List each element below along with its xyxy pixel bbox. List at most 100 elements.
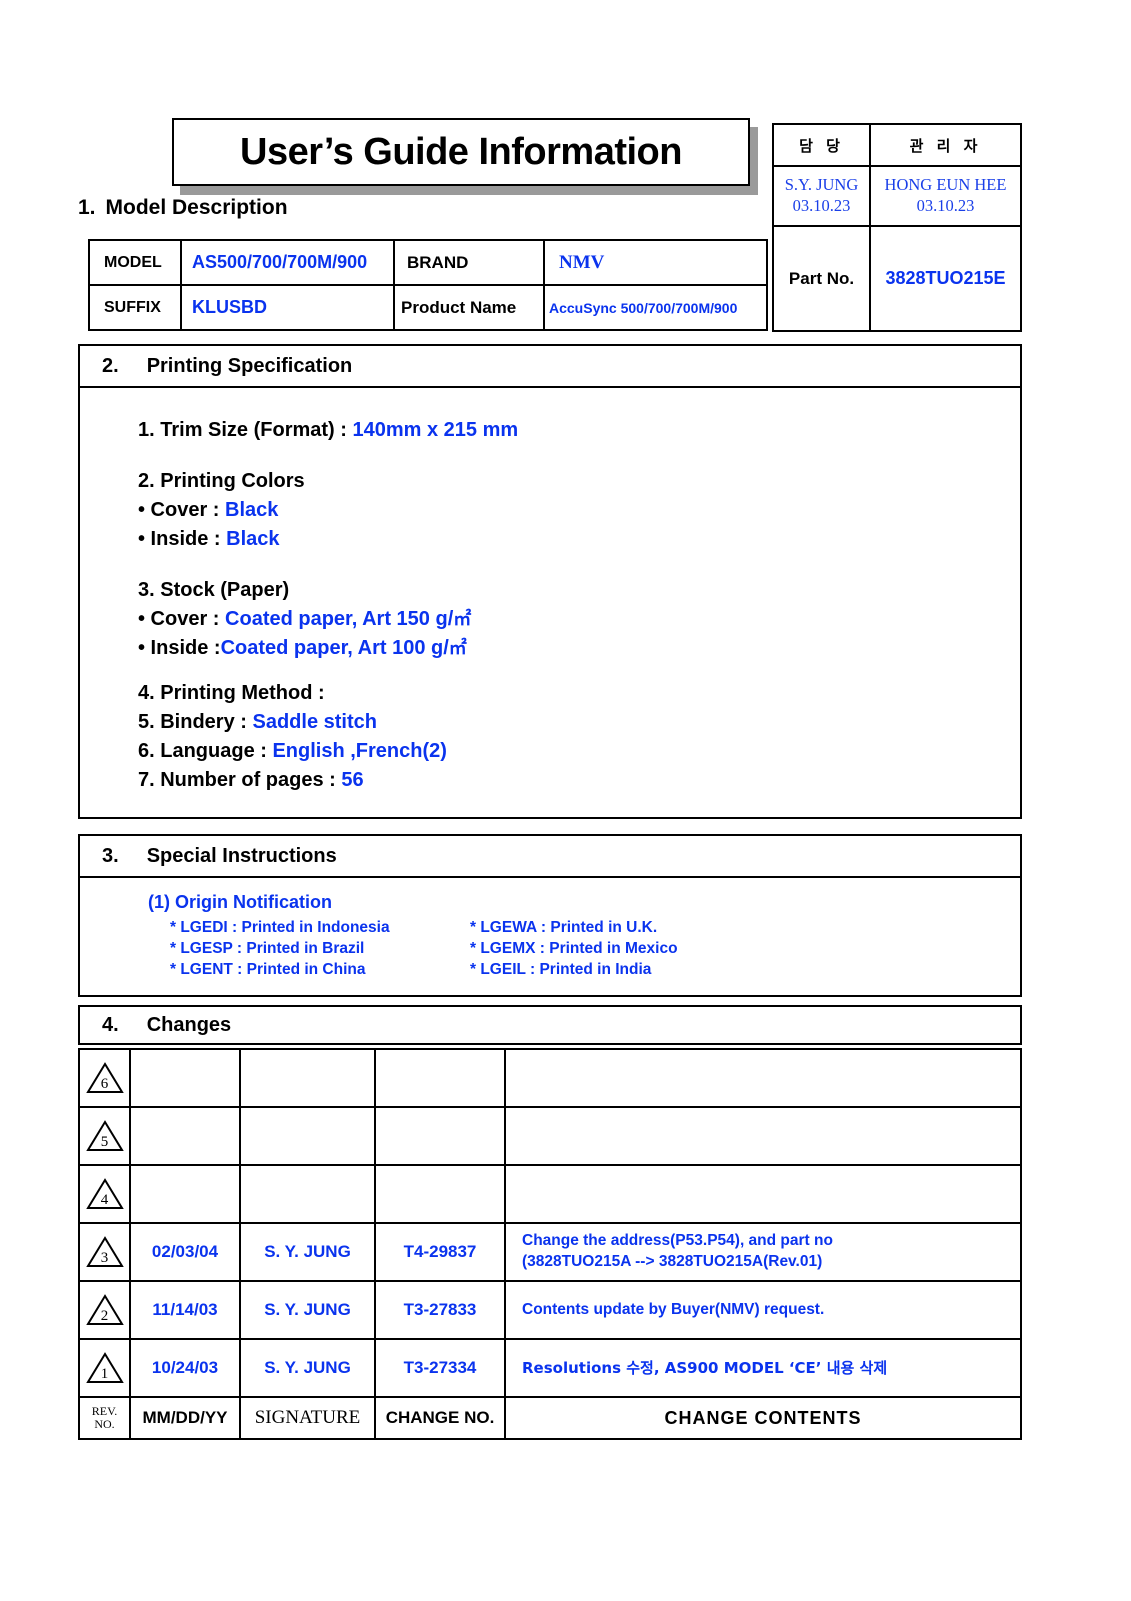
table-row: 3 02/03/04 S. Y. JUNG T4-29837 Change th…	[80, 1224, 1020, 1282]
pages-label: 7. Number of pages :	[138, 769, 336, 791]
change-signature	[241, 1050, 376, 1106]
change-number: T3-27833	[376, 1282, 506, 1338]
cover-stock-value: Coated paper, Art 150 g/	[225, 608, 454, 630]
change-date	[131, 1166, 241, 1222]
change-contents	[506, 1166, 1020, 1222]
revision-marker: 2	[80, 1282, 131, 1338]
change-contents: Change the address(P53.P54), and part no…	[506, 1224, 1020, 1280]
cover-stock-unit: ㎡	[453, 609, 472, 630]
section-1-title: Model Description	[105, 196, 288, 219]
approval-date-2: 03.10.23	[916, 196, 975, 215]
origin-notification-list: * LGEDI : Printed in Indonesia * LGEWA :…	[148, 919, 1020, 979]
section-1-heading: 1. Model Description	[78, 196, 288, 220]
section-2-title: Printing Specification	[146, 354, 353, 377]
product-name-label: Product Name	[395, 286, 545, 329]
product-name-value: AccuSync 500/700/700M/900	[549, 299, 738, 316]
changes-table-footer-header: REV. NO. MM/DD/YY SIGNATURE CHANGE NO. C…	[80, 1396, 1020, 1438]
section-2-printing-specification: 2. Printing Specification 1. Trim Size (F…	[78, 344, 1022, 819]
change-contents-line1: Resolutions 수정, AS900 MODEL ‘CE’ 내용 삭제	[522, 1358, 888, 1377]
change-contents	[506, 1050, 1020, 1106]
approval-signature-person-in-charge: S.Y. JUNG 03.10.23	[774, 167, 869, 225]
change-signature	[241, 1166, 376, 1222]
inside-color-label: • Inside :	[138, 528, 221, 550]
approval-name-2: HONG EUN HEE	[884, 175, 1007, 195]
approval-header-manager: 관 리 자	[871, 125, 1020, 167]
part-number-label: Part No.	[774, 227, 871, 330]
change-number: T4-29837	[376, 1224, 506, 1280]
part-number-value: 3828TUO215E	[885, 268, 1006, 288]
document-title-banner: User’s Guide Information	[172, 118, 758, 195]
spec-printing-colors-label: 2. Printing Colors	[138, 470, 305, 492]
spec-printing-method: 4. Printing Method :	[138, 679, 1020, 708]
approval-column-person-in-charge: 담 당 S.Y. JUNG 03.10.23	[774, 125, 871, 225]
triangle-icon: 4	[85, 1178, 124, 1210]
triangle-icon: 2	[85, 1294, 124, 1326]
origin-notification-title: (1) Origin Notification	[148, 892, 332, 912]
rev-header-line2: NO.	[94, 1417, 115, 1431]
revision-marker: 6	[80, 1050, 131, 1106]
change-date: 11/14/03	[131, 1282, 241, 1338]
spec-number-of-pages: 7. Number of pages : 56	[138, 766, 1020, 795]
change-number: T3-27334	[376, 1340, 506, 1396]
change-date	[131, 1050, 241, 1106]
page-title: User’s Guide Information	[240, 130, 682, 173]
inside-color-value: Black	[226, 528, 280, 550]
spec-trim-size: 1. Trim Size (Format) : 140mm x 215 mm	[138, 416, 1020, 445]
column-header-change-contents: CHANGE CONTENTS	[664, 1407, 862, 1428]
suffix-label: SUFFIX	[90, 286, 182, 329]
approval-header-person-in-charge: 담 당	[774, 125, 869, 167]
brand-value: NMV	[559, 251, 605, 273]
part-number-row: Part No. 3828TUO215E	[774, 227, 1020, 330]
changes-table: 6 5 4 3 02/03/04 S. Y. JUNG T4-29837 Cha…	[78, 1048, 1022, 1440]
change-contents	[506, 1108, 1020, 1164]
change-contents-line1: Contents update by Buyer(NMV) request.	[522, 1300, 825, 1318]
column-header-revision-no: REV. NO.	[80, 1398, 131, 1438]
table-row: MODEL AS500/700/700M/900 BRAND NMV	[90, 241, 766, 286]
revision-number: 6	[100, 1076, 109, 1092]
table-row: 1 10/24/03 S. Y. JUNG T3-27334 Resolutio…	[80, 1340, 1020, 1396]
triangle-icon: 6	[85, 1062, 124, 1094]
section-4-title: Changes	[146, 1013, 232, 1036]
section-4-heading: 4. Changes	[78, 1005, 1022, 1045]
revision-marker: 5	[80, 1108, 131, 1164]
approval-signature-manager: HONG EUN HEE 03.10.23	[871, 167, 1020, 225]
cover-color-value: Black	[225, 499, 279, 521]
triangle-icon: 3	[85, 1236, 124, 1268]
change-signature	[241, 1108, 376, 1164]
list-item: * LGEIL : Printed in India	[470, 961, 652, 978]
revision-number: 3	[100, 1250, 109, 1266]
change-contents-line1: Change the address(P53.P54), and part no	[522, 1232, 833, 1250]
revision-marker: 1	[80, 1340, 131, 1396]
spec-language: 6. Language : English ,French(2)	[138, 737, 1020, 766]
approval-box: 담 당 S.Y. JUNG 03.10.23 관 리 자 HONG EUN HE…	[772, 123, 1022, 332]
section-2-number: 2.	[102, 354, 119, 377]
column-header-date: MM/DD/YY	[131, 1398, 241, 1438]
table-row: 4	[80, 1166, 1020, 1224]
bindery-value: Saddle stitch	[252, 711, 377, 733]
revision-number: 5	[100, 1134, 109, 1150]
column-header-change-no: CHANGE NO.	[376, 1398, 506, 1438]
approval-date-1: 03.10.23	[792, 196, 851, 215]
section-3-special-instructions: 3. Special Instructions (1) Origin Notifi…	[78, 834, 1022, 997]
change-number	[376, 1108, 506, 1164]
title-box: User’s Guide Information	[172, 118, 750, 186]
list-item: * LGESP : Printed in Brazil	[170, 940, 365, 957]
revision-marker: 3	[80, 1224, 131, 1280]
change-contents: Contents update by Buyer(NMV) request.	[506, 1282, 1020, 1338]
revision-number: 2	[100, 1308, 109, 1324]
printing-specification-body: 1. Trim Size (Format) : 140mm x 215 mm 2…	[80, 388, 1020, 817]
pages-value: 56	[341, 769, 364, 791]
table-row: 2 11/14/03 S. Y. JUNG T3-27833 Contents …	[80, 1282, 1020, 1340]
column-header-signature: SIGNATURE	[241, 1398, 376, 1438]
list-item: * LGEWA : Printed in U.K.	[470, 919, 658, 936]
trim-size-label: 1. Trim Size (Format) :	[138, 419, 347, 441]
cover-color-label: • Cover :	[138, 499, 220, 521]
change-date: 10/24/03	[131, 1340, 241, 1396]
model-value: AS500/700/700M/900	[182, 241, 395, 284]
spec-bindery: 5. Bindery : Saddle stitch	[138, 708, 1020, 737]
model-description-table: MODEL AS500/700/700M/900 BRAND NMV SUFFI…	[88, 239, 768, 331]
special-instructions-body: (1) Origin Notification * LGEDI : Printe…	[80, 878, 1020, 995]
triangle-icon: 5	[85, 1120, 124, 1152]
inside-stock-value: Coated paper, Art 100 g/	[220, 637, 449, 659]
